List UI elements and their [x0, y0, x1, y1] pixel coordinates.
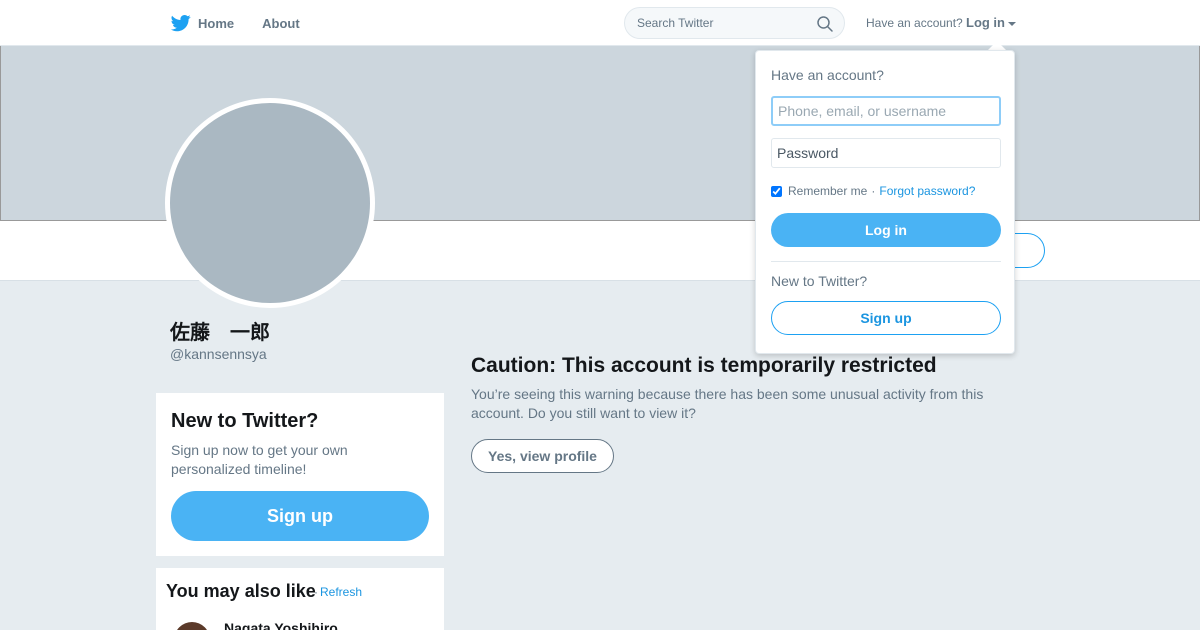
suggestions-refresh-link[interactable]: Refresh	[320, 585, 362, 599]
twitter-bird-icon[interactable]	[170, 13, 192, 33]
login-dropdown: Have an account? Remember me · Forgot pa…	[755, 50, 1015, 354]
username-field[interactable]	[771, 96, 1001, 126]
default-avatar-image	[170, 103, 370, 303]
suggestion-name[interactable]: Nagata Yoshihiro	[224, 620, 338, 630]
suggestions-separator: ·	[314, 585, 318, 599]
search-input[interactable]	[637, 16, 817, 30]
signup-card-subtitle: Sign up now to get your own personalized…	[171, 442, 348, 477]
profile-display-name: 佐藤 一郎	[170, 322, 270, 344]
signup-card: New to Twitter? Sign up now to get your …	[156, 393, 444, 556]
suggestions-card: You may also like · Refresh Nagata Yoshi…	[156, 568, 444, 630]
dropdown-arrow	[988, 41, 1006, 50]
view-profile-button[interactable]: Yes, view profile	[471, 439, 614, 473]
login-button[interactable]: Log in	[771, 213, 1001, 247]
profile-avatar[interactable]	[165, 98, 375, 308]
dropdown-divider	[771, 261, 1001, 262]
caution-title: Caution: This account is temporarily res…	[471, 354, 937, 377]
dropdown-signup-button[interactable]: Sign up	[771, 301, 1001, 335]
suggestions-title: You may also like	[166, 581, 316, 601]
signup-card-button[interactable]: Sign up	[171, 491, 429, 541]
remember-separator: ·	[871, 184, 876, 198]
search-icon[interactable]	[816, 15, 834, 33]
login-dropdown-toggle[interactable]: Log in	[966, 15, 1016, 30]
login-dropdown-heading: Have an account?	[771, 67, 884, 83]
signup-card-title: New to Twitter?	[171, 410, 319, 432]
nav-home-link[interactable]: Home	[198, 16, 234, 31]
remember-me-checkbox[interactable]	[771, 185, 782, 197]
profile-handle[interactable]: @kannsennsya	[170, 346, 267, 362]
suggestion-avatar[interactable]	[174, 622, 210, 630]
nav-left: Home About	[170, 0, 328, 46]
caution-body: You’re seeing this warning because there…	[471, 386, 984, 421]
caret-down-icon[interactable]	[1008, 21, 1016, 26]
password-field[interactable]	[771, 138, 1001, 168]
nav-about-link[interactable]: About	[262, 16, 300, 31]
remember-row: Remember me · Forgot password?	[771, 184, 975, 198]
new-to-twitter-text: New to Twitter?	[771, 273, 868, 289]
search-box	[624, 7, 845, 39]
top-nav-bar: Home About Have an account? Log in	[0, 0, 1200, 46]
have-account-text: Have an account?	[866, 16, 963, 30]
forgot-password-link[interactable]: Forgot password?	[879, 184, 975, 198]
remember-me-label[interactable]: Remember me	[788, 184, 867, 198]
login-toggle-label[interactable]: Log in	[966, 15, 1005, 30]
